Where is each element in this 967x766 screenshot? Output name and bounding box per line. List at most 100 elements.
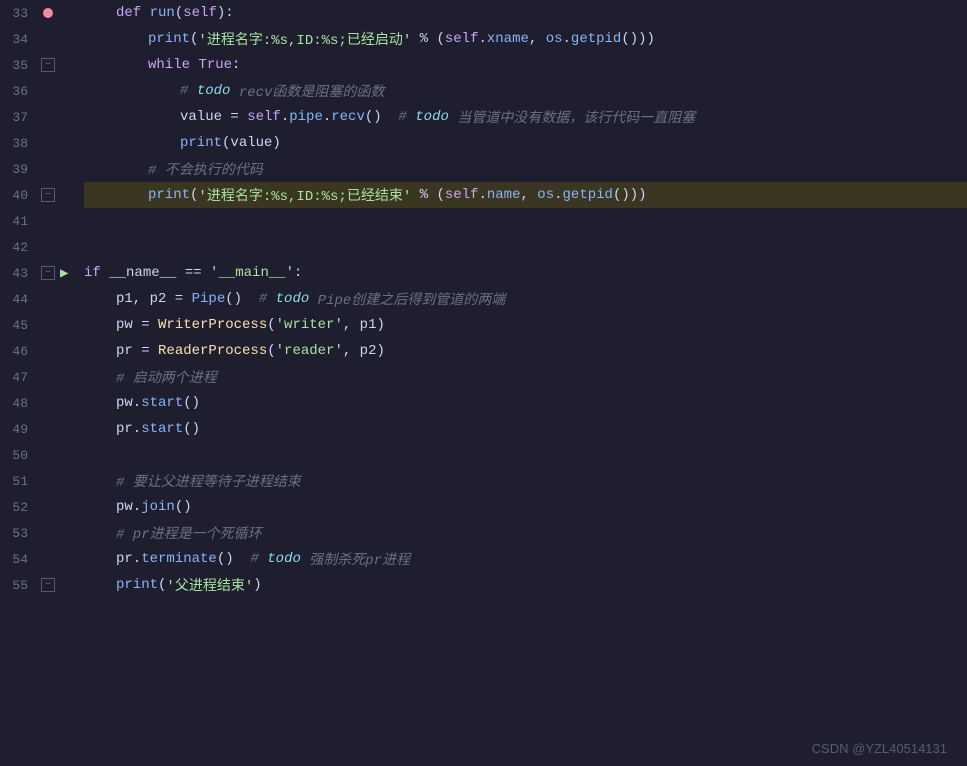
fold-icon-35[interactable]: − xyxy=(41,58,55,72)
arrow-row-38 xyxy=(60,130,80,156)
gutter-row-37: 37 xyxy=(0,104,60,130)
line-num-41: 41 xyxy=(0,214,36,229)
gutter-row-44: 44 xyxy=(0,286,60,312)
code-line-36: # todo recv函数是阻塞的函数 xyxy=(84,78,967,104)
gutter-row-55: 55 − xyxy=(0,572,60,598)
gutter-row-38: 38 xyxy=(0,130,60,156)
gutter-row-34: 34 xyxy=(0,26,60,52)
arrow-row-55 xyxy=(60,572,80,598)
line-num-52: 52 xyxy=(0,500,36,515)
watermark: CSDN @YZL40514131 xyxy=(812,741,947,756)
arrow-row-51 xyxy=(60,468,80,494)
code-line-48: pw.start() xyxy=(84,390,967,416)
line-num-45: 45 xyxy=(0,318,36,333)
gutter-row-35: 35 − xyxy=(0,52,60,78)
code-line-44: p1, p2 = Pipe() # todo Pipe创建之后得到管道的两端 xyxy=(84,286,967,312)
line-number-gutter: 33 34 35 − 36 37 38 xyxy=(0,0,60,766)
code-line-49: pr.start() xyxy=(84,416,967,442)
line-num-43: 43 xyxy=(0,266,36,281)
gutter-icon-43[interactable]: − xyxy=(36,266,60,280)
line-num-48: 48 xyxy=(0,396,36,411)
gutter-row-42: 42 xyxy=(0,234,60,260)
arrow-row-53 xyxy=(60,520,80,546)
gutter-row-48: 48 xyxy=(0,390,60,416)
arrow-row-34 xyxy=(60,26,80,52)
arrow-row-46 xyxy=(60,338,80,364)
line-num-34: 34 xyxy=(0,32,36,47)
code-line-40: print('进程名字:%s,ID:%s;已经结束' % (self.name,… xyxy=(84,182,967,208)
gutter-row-45: 45 xyxy=(0,312,60,338)
code-editor: 33 34 35 − 36 37 38 xyxy=(0,0,967,766)
line-num-39: 39 xyxy=(0,162,36,177)
line-num-35: 35 xyxy=(0,58,36,73)
line-num-37: 37 xyxy=(0,110,36,125)
gutter-row-41: 41 xyxy=(0,208,60,234)
arrow-row-42 xyxy=(60,234,80,260)
gutter-icon-33[interactable] xyxy=(36,8,60,18)
gutter-row-39: 39 xyxy=(0,156,60,182)
code-line-52: pw.join() xyxy=(84,494,967,520)
arrow-row-36 xyxy=(60,78,80,104)
code-line-50 xyxy=(84,442,967,468)
code-line-54: pr.terminate() # todo 强制杀死pr进程 xyxy=(84,546,967,572)
arrow-row-40 xyxy=(60,182,80,208)
arrow-row-44 xyxy=(60,286,80,312)
code-line-33: def run(self): xyxy=(84,0,967,26)
gutter-row-46: 46 xyxy=(0,338,60,364)
line-num-55: 55 xyxy=(0,578,36,593)
line-num-38: 38 xyxy=(0,136,36,151)
gutter-row-40: 40 − xyxy=(0,182,60,208)
line-num-44: 44 xyxy=(0,292,36,307)
line-num-47: 47 xyxy=(0,370,36,385)
code-line-37: value = self.pipe.recv() # todo 当管道中没有数据… xyxy=(84,104,967,130)
gutter-row-33: 33 xyxy=(0,0,60,26)
breakpoint-icon-33[interactable] xyxy=(43,8,53,18)
code-line-34: print('进程名字:%s,ID:%s;已经启动' % (self.xname… xyxy=(84,26,967,52)
arrow-row-48 xyxy=(60,390,80,416)
arrow-row-47 xyxy=(60,364,80,390)
code-line-39: # 不会执行的代码 xyxy=(84,156,967,182)
code-line-42 xyxy=(84,234,967,260)
gutter-row-50: 50 xyxy=(0,442,60,468)
gutter-row-47: 47 xyxy=(0,364,60,390)
code-line-35: while True: xyxy=(84,52,967,78)
arrow-row-41 xyxy=(60,208,80,234)
code-line-51: # 要让父进程等待子进程结束 xyxy=(84,468,967,494)
line-num-33: 33 xyxy=(0,6,36,21)
arrow-row-49 xyxy=(60,416,80,442)
code-content[interactable]: def run(self): print('进程名字:%s,ID:%s;已经启动… xyxy=(80,0,967,766)
fold-icon-55[interactable]: − xyxy=(41,578,55,592)
gutter-row-52: 52 xyxy=(0,494,60,520)
line-num-36: 36 xyxy=(0,84,36,99)
code-line-47: # 启动两个进程 xyxy=(84,364,967,390)
arrow-row-33 xyxy=(60,0,80,26)
fold-icon-40[interactable]: − xyxy=(41,188,55,202)
arrow-row-35 xyxy=(60,52,80,78)
line-num-53: 53 xyxy=(0,526,36,541)
gutter-row-49: 49 xyxy=(0,416,60,442)
run-arrow-43: ▶ xyxy=(60,260,80,286)
gutter-icon-55[interactable]: − xyxy=(36,578,60,592)
code-line-46: pr = ReaderProcess('reader', p2) xyxy=(84,338,967,364)
code-line-38: print(value) xyxy=(84,130,967,156)
run-arrow-gutter: ▶ xyxy=(60,0,80,766)
gutter-icon-40[interactable]: − xyxy=(36,188,60,202)
gutter-row-36: 36 xyxy=(0,78,60,104)
code-line-55: print('父进程结束') xyxy=(84,572,967,598)
fold-icon-43[interactable]: − xyxy=(41,266,55,280)
code-line-45: pw = WriterProcess('writer', p1) xyxy=(84,312,967,338)
code-line-53: # pr进程是一个死循环 xyxy=(84,520,967,546)
gutter-icon-35[interactable]: − xyxy=(36,58,60,72)
code-line-41 xyxy=(84,208,967,234)
code-line-43: if __name__ == '__main__': xyxy=(84,260,967,286)
line-num-40: 40 xyxy=(0,188,36,203)
arrow-row-50 xyxy=(60,442,80,468)
gutter-row-51: 51 xyxy=(0,468,60,494)
line-num-50: 50 xyxy=(0,448,36,463)
line-num-54: 54 xyxy=(0,552,36,567)
arrow-row-52 xyxy=(60,494,80,520)
line-num-49: 49 xyxy=(0,422,36,437)
line-num-51: 51 xyxy=(0,474,36,489)
arrow-row-37 xyxy=(60,104,80,130)
arrow-row-45 xyxy=(60,312,80,338)
